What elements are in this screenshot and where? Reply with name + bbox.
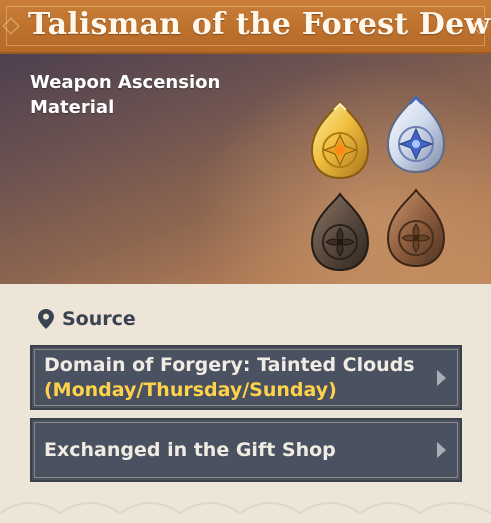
decorative-pattern [0,502,491,515]
item-type: Weapon Ascension Material [30,70,270,120]
title-bar: Talisman of the Forest Dew [0,0,491,54]
chevron-right-icon [437,369,446,386]
talisman-set-icon [310,96,446,272]
item-type-line: Material [30,97,115,118]
source-header: Source [38,306,136,332]
location-pin-icon [38,309,54,329]
source-panel: Source Domain of Forgery: Tainted Clouds… [0,284,491,523]
item-title: Talisman of the Forest Dew [28,7,491,42]
source-entry-domain[interactable]: Domain of Forgery: Tainted Clouds (Monda… [30,345,462,410]
item-type-line: Weapon Ascension [30,72,221,93]
item-hero: Weapon Ascension Material [0,54,491,284]
chevron-right-icon [437,442,446,458]
item-card: Talisman of the Forest Dew Weapon Ascens… [0,0,491,523]
source-title: Source [62,308,136,330]
source-entry-label: Domain of Forgery: Tainted Clouds [44,354,415,376]
source-entry-gift-shop[interactable]: Exchanged in the Gift Shop [30,418,462,482]
source-entry-days: (Monday/Thursday/Sunday) [44,379,337,401]
source-entry-label: Exchanged in the Gift Shop [44,439,336,461]
